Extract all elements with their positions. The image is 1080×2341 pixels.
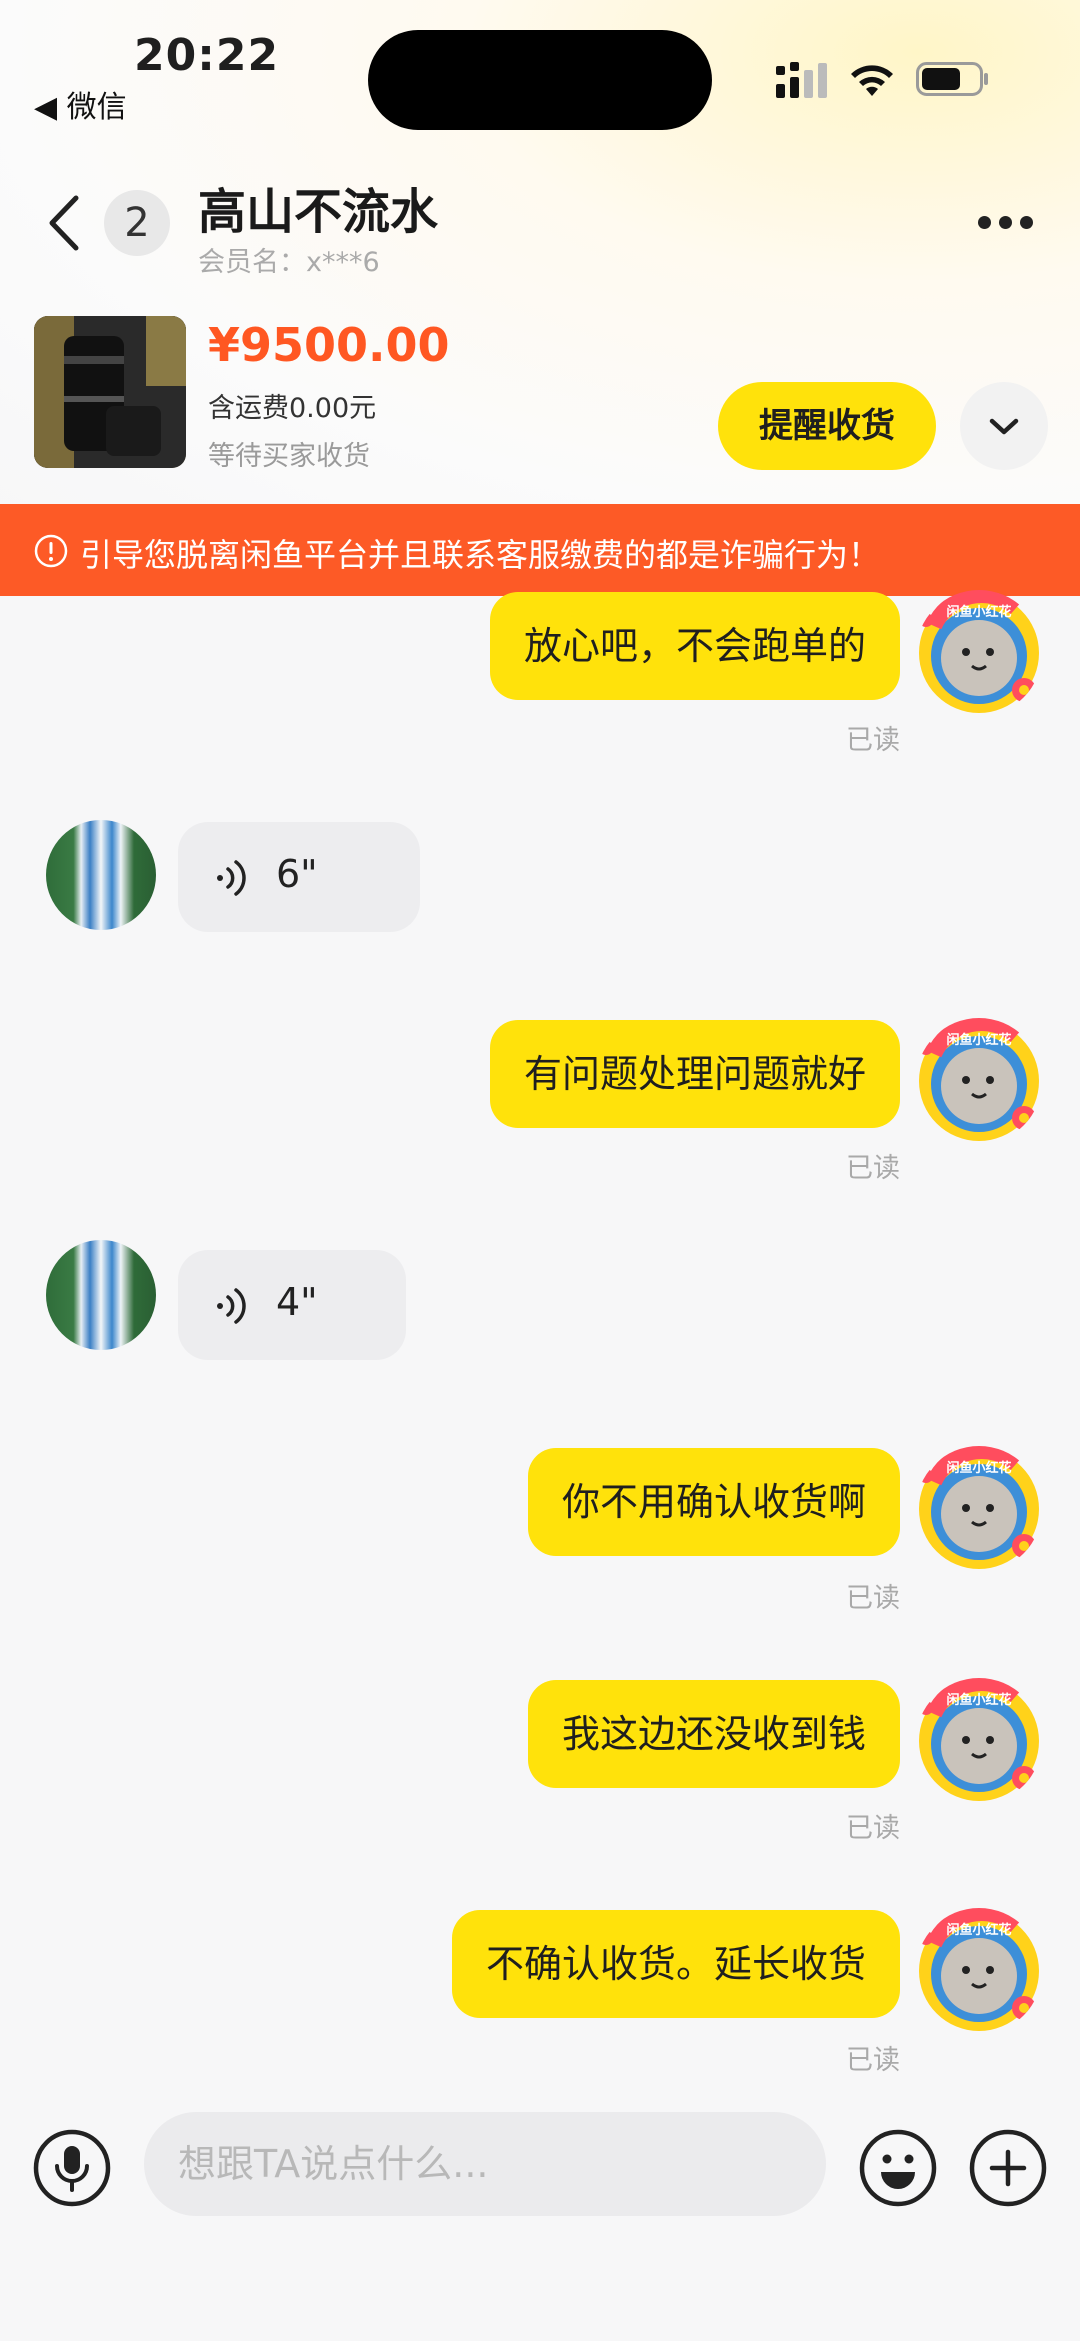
expand-order-button[interactable]: [960, 382, 1048, 470]
read-status: 已读: [846, 1583, 900, 1614]
chevron-down-icon: [989, 418, 1019, 435]
self-avatar[interactable]: 闲鱼小红花: [916, 1908, 1042, 2034]
member-name: 会员名：x***6: [198, 247, 380, 278]
read-status: 已读: [846, 1813, 900, 1844]
contact-name: 高山不流水: [198, 184, 439, 240]
read-status: 已读: [846, 1153, 900, 1184]
status-time: 20:22: [134, 30, 280, 81]
camera-lens-image: [34, 316, 186, 468]
voice-wave-icon: [217, 1288, 246, 1324]
self-avatar[interactable]: 闲鱼小红花: [916, 1678, 1042, 1804]
voice-duration: 4": [276, 1280, 318, 1324]
battery-icon: [916, 62, 988, 96]
seal-avatar-image: 闲鱼小红花: [919, 1678, 1039, 1801]
contact-avatar[interactable]: [46, 1240, 156, 1350]
read-status: 已读: [846, 725, 900, 756]
self-avatar[interactable]: 闲鱼小红花: [916, 1018, 1042, 1144]
self-avatar[interactable]: 闲鱼小红花: [916, 1446, 1042, 1572]
order-price: ¥9500.00: [208, 318, 450, 372]
contact-avatar[interactable]: [46, 820, 156, 930]
back-chevron-icon[interactable]: [44, 190, 86, 256]
message-input[interactable]: [144, 2112, 826, 2216]
status-bar: 20:22 ◀ 微信: [0, 0, 1080, 140]
seal-avatar-image: 闲鱼小红花: [919, 1446, 1039, 1569]
product-thumbnail[interactable]: [34, 316, 186, 468]
remind-receipt-button[interactable]: 提醒收货: [718, 382, 936, 470]
outgoing-message[interactable]: 我这边还没收到钱: [527, 1680, 900, 1788]
wifi-icon: [851, 65, 893, 96]
voice-duration: 6": [276, 852, 318, 896]
self-avatar[interactable]: 闲鱼小红花: [916, 590, 1042, 716]
avatar-badge-text: 闲鱼小红花: [946, 1032, 1011, 1048]
more-dots-icon[interactable]: [976, 206, 1036, 236]
unread-count-badge[interactable]: 2: [104, 190, 170, 256]
outgoing-message[interactable]: 你不用确认收货啊: [527, 1448, 900, 1556]
outgoing-message[interactable]: 放心吧，不会跑单的: [489, 592, 900, 700]
warning-text: 引导您脱离闲鱼平台并且联系客服缴费的都是诈骗行为！: [80, 536, 881, 574]
back-to-wechat[interactable]: ◀ 微信: [34, 82, 127, 126]
voice-wave-icon: [217, 860, 246, 896]
signal-icon: [776, 62, 827, 98]
seal-avatar-image: 闲鱼小红花: [919, 1018, 1039, 1141]
outgoing-message[interactable]: 有问题处理问题就好: [489, 1020, 900, 1128]
avatar-badge-text: 闲鱼小红花: [946, 1460, 1011, 1476]
fraud-warning-banner: 引导您脱离闲鱼平台并且联系客服缴费的都是诈骗行为！: [0, 504, 1080, 596]
voice-message[interactable]: 4": [178, 1250, 406, 1360]
avatar-badge-text: 闲鱼小红花: [946, 604, 1011, 620]
avatar-badge-text: 闲鱼小红花: [946, 1692, 1011, 1708]
avatar-badge-text: 闲鱼小红花: [946, 1922, 1011, 1938]
warning-icon: [34, 534, 68, 568]
voice-message[interactable]: 6": [178, 822, 420, 932]
dynamic-island: [368, 30, 712, 130]
microphone-icon[interactable]: [32, 2128, 112, 2208]
seal-avatar-image: 闲鱼小红花: [919, 590, 1039, 713]
seal-avatar-image: 闲鱼小红花: [919, 1908, 1039, 2031]
emoji-icon[interactable]: [858, 2128, 938, 2208]
order-status: 等待买家收货: [208, 441, 370, 472]
outgoing-message[interactable]: 不确认收货。延长收货: [451, 1910, 900, 2018]
read-status: 已读: [846, 2045, 900, 2076]
plus-icon[interactable]: [968, 2128, 1048, 2208]
shipping-fee: 含运费0.00元: [208, 393, 377, 424]
